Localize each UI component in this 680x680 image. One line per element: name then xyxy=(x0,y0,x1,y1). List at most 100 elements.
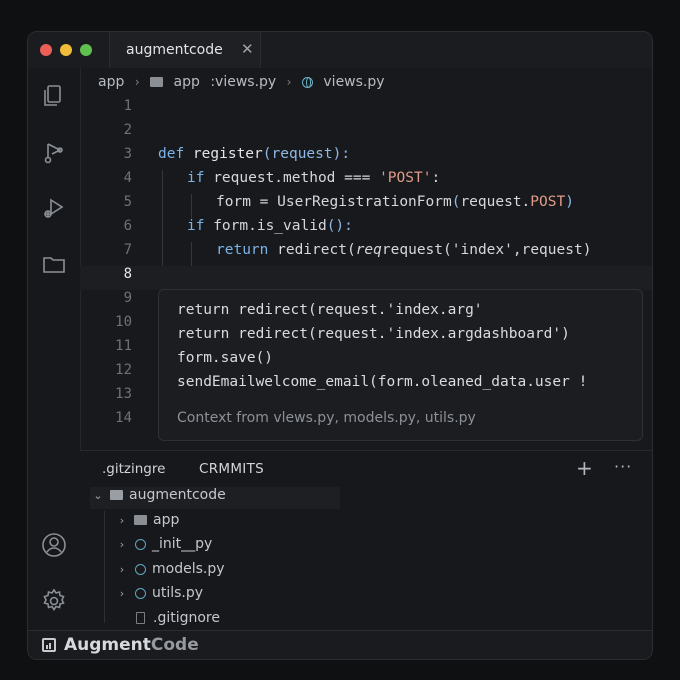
minimize-window-button[interactable] xyxy=(60,44,72,56)
breadcrumb: app › app :views.py › views.py xyxy=(98,74,385,94)
chevron-right-icon: › xyxy=(119,514,125,527)
code-text: ',request) xyxy=(504,242,592,258)
line-number: 10 xyxy=(115,314,132,330)
keyword: if xyxy=(187,218,205,234)
chevron-down-icon: ⌄ xyxy=(93,489,103,502)
punctuation: ( xyxy=(262,146,272,162)
code-text: request.method === xyxy=(204,170,380,186)
tab-title: augmentcode xyxy=(126,42,223,58)
code-text: request. xyxy=(460,194,531,210)
line-number: 13 xyxy=(115,386,132,402)
run-debug-icon[interactable] xyxy=(40,194,68,222)
code-text: req xyxy=(355,242,382,258)
files-icon[interactable] xyxy=(40,82,68,110)
code-line: form = UserRegistrationForm(request.POST… xyxy=(216,194,574,210)
tree-label: models.py xyxy=(152,561,225,577)
file-icon xyxy=(136,612,145,624)
function-name: register xyxy=(184,146,263,162)
chevron-right-icon: › xyxy=(119,587,125,600)
tree-label: .gitignore xyxy=(153,610,220,626)
code-text: form = UserRegistrationForm xyxy=(216,194,452,210)
app-window: augmentcode ✕ app › app :views.py › view… xyxy=(27,31,653,660)
more-options-icon[interactable]: ··· xyxy=(614,457,632,476)
punctuation: ) xyxy=(565,194,574,210)
code-text: redirect( xyxy=(268,242,356,258)
breadcrumb-item[interactable]: app xyxy=(174,74,200,90)
python-file-icon xyxy=(135,563,146,575)
tree-item-app[interactable]: › app xyxy=(114,512,180,534)
status-bar: AugmentCode xyxy=(28,630,652,659)
ai-suggestion-popup[interactable]: return redirect(request.'index.arg' retu… xyxy=(158,289,643,441)
line-number: 14 xyxy=(115,410,132,426)
editor-tab[interactable]: augmentcode ✕ xyxy=(109,32,261,68)
python-file-icon xyxy=(135,538,146,550)
keyword: if xyxy=(187,170,205,186)
tree-label: _init__py xyxy=(152,536,213,552)
code-text: request( xyxy=(381,242,452,258)
breadcrumb-item[interactable]: app xyxy=(98,74,124,90)
title-bar: augmentcode ✕ xyxy=(28,32,652,68)
indent-guide xyxy=(191,242,192,266)
line-number: 2 xyxy=(123,122,132,138)
panel-tab-commits[interactable]: CRMMITS xyxy=(199,461,264,477)
tree-label: app xyxy=(153,512,180,528)
python-file-icon xyxy=(135,587,146,599)
code-text: : xyxy=(431,170,441,186)
brand-name-part: Augment xyxy=(64,635,151,655)
tree-label: utils.py xyxy=(152,585,204,601)
suggestion-context: Context from vlews.py, models.py, utils.… xyxy=(177,410,476,426)
indent-guide xyxy=(191,194,192,218)
suggestion-line[interactable]: return redirect(request.'index.argdashbo… xyxy=(177,326,570,342)
breadcrumb-item[interactable]: :views.py xyxy=(210,74,276,90)
augment-logo-icon xyxy=(42,638,56,652)
line-number: 3 xyxy=(123,146,132,162)
punctuation: ): xyxy=(332,146,351,162)
folder-icon xyxy=(134,515,147,525)
suggestion-line[interactable]: return redirect(request.'index.arg' xyxy=(177,302,483,318)
code-line: def register(request): xyxy=(158,146,350,162)
tree-root-folder[interactable]: ⌄ augmentcode xyxy=(90,487,340,509)
breadcrumb-item[interactable]: views.py xyxy=(323,74,384,90)
line-number-active: 8 xyxy=(123,266,132,282)
account-icon[interactable] xyxy=(40,531,68,559)
close-icon[interactable]: ✕ xyxy=(241,40,254,58)
tree-label: augmentcode xyxy=(129,487,226,503)
string-literal: POST xyxy=(530,194,566,210)
suggestion-line[interactable]: form.save() xyxy=(177,350,273,366)
code-text: form.is_valid xyxy=(204,218,327,234)
add-icon[interactable]: + xyxy=(576,456,593,480)
explorer-panel: .gitzingre CRMMITS + ··· ⌄ augmentcode › a… xyxy=(80,450,652,631)
parameter: request xyxy=(271,146,333,162)
string-literal: 'index xyxy=(451,242,505,258)
code-line: if request.method === 'POST': xyxy=(187,170,440,186)
keyword: return xyxy=(216,242,269,258)
line-number: 12 xyxy=(115,362,132,378)
punctuation: (): xyxy=(326,218,353,234)
line-number: 5 xyxy=(123,194,132,210)
chevron-right-icon: › xyxy=(286,75,292,89)
line-number: 11 xyxy=(115,338,132,354)
tree-item-gitignore[interactable]: .gitignore xyxy=(130,610,220,632)
maximize-window-button[interactable] xyxy=(80,44,92,56)
close-window-button[interactable] xyxy=(40,44,52,56)
settings-gear-icon[interactable] xyxy=(40,587,68,615)
line-number: 1 xyxy=(123,98,132,114)
folder-icon[interactable] xyxy=(40,250,68,278)
tree-item-models[interactable]: › models.py xyxy=(114,561,225,583)
chevron-right-icon: › xyxy=(134,75,140,89)
indent-guide xyxy=(162,170,163,266)
line-number: 9 xyxy=(123,290,132,306)
tree-item-utils[interactable]: › utils.py xyxy=(114,585,203,607)
code-line: return redirect(reqrequest('index',reque… xyxy=(216,242,591,258)
line-number: 4 xyxy=(123,170,132,186)
tree-item-init[interactable]: › _init__py xyxy=(114,536,213,558)
keyword: def xyxy=(158,146,185,162)
line-number: 7 xyxy=(123,242,132,258)
panel-tab[interactable]: .gitzingre xyxy=(102,461,165,477)
brand-name: AugmentCode xyxy=(64,635,199,655)
suggestion-line[interactable]: sendEmailwelcome_email(form.oleaned_data… xyxy=(177,374,587,390)
brand-name-part: Code xyxy=(150,635,199,655)
python-file-icon xyxy=(301,76,313,88)
source-control-icon[interactable] xyxy=(40,138,68,166)
chevron-right-icon: › xyxy=(119,563,125,576)
